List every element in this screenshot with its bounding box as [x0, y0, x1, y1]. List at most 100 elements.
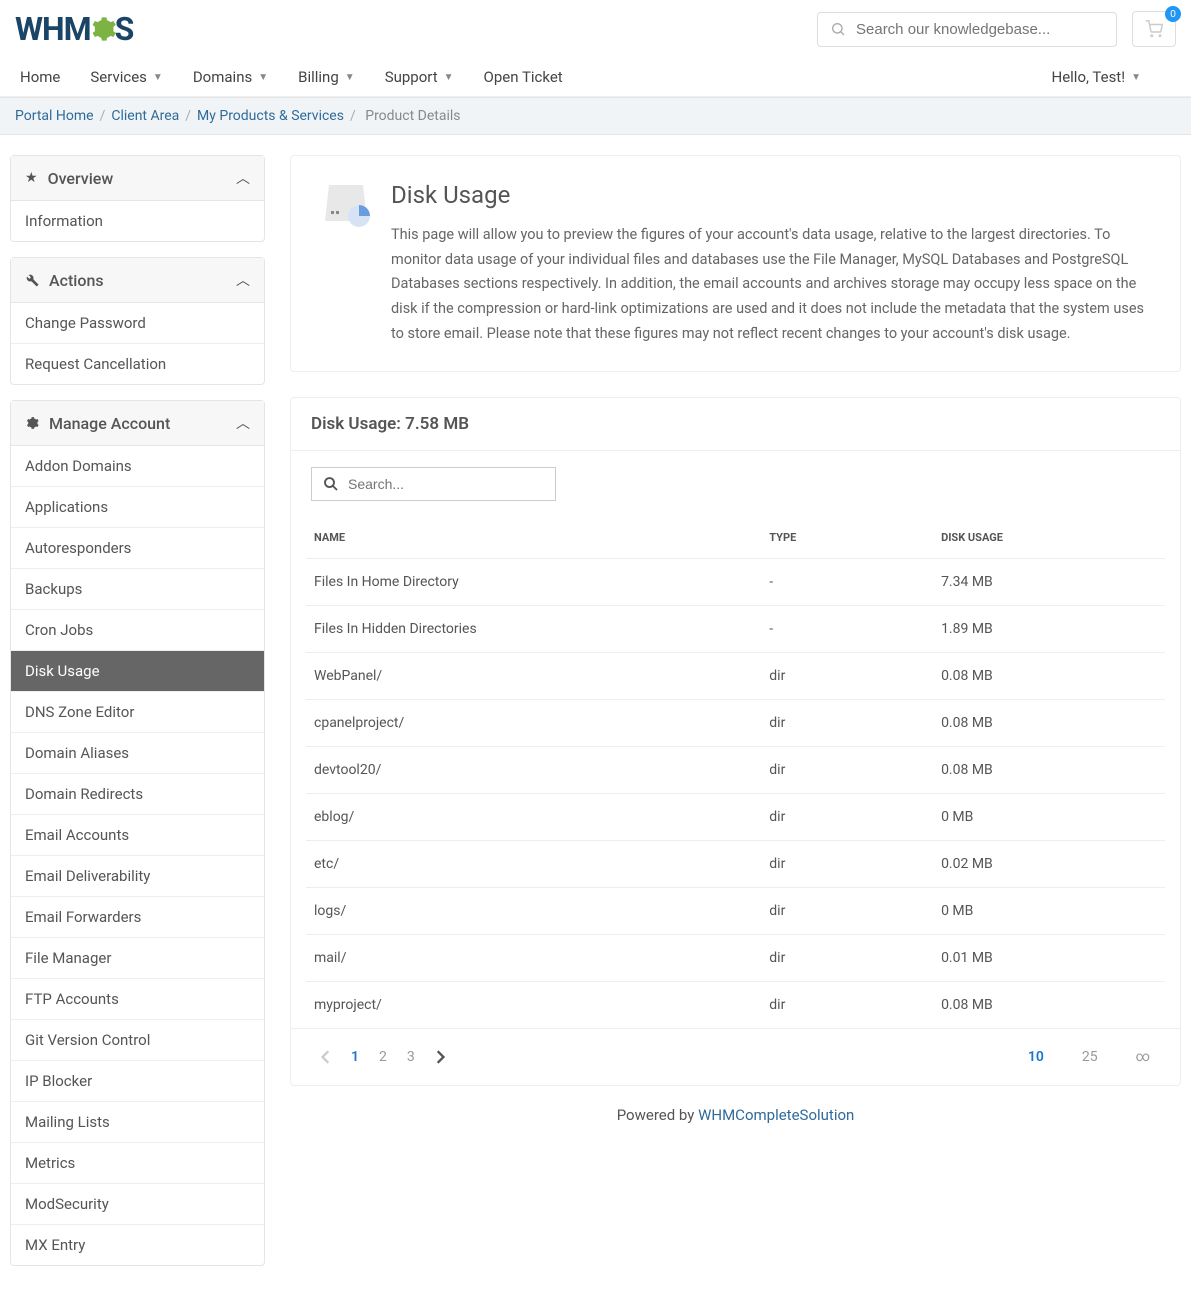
- actions-panel-header[interactable]: Actions ︿: [11, 258, 264, 303]
- chevron-down-icon: ▼: [153, 72, 163, 83]
- table-search-input[interactable]: [348, 476, 545, 492]
- page-size-∞[interactable]: ∞: [1126, 1045, 1160, 1069]
- nav-home[interactable]: Home: [20, 68, 60, 86]
- cell-usage: 0.08 MB: [933, 653, 1165, 700]
- column-header[interactable]: TYPE: [761, 517, 933, 559]
- sidebar-item-mailing-lists[interactable]: Mailing Lists: [11, 1101, 264, 1142]
- cell-name: mail/: [306, 935, 761, 982]
- sidebar-item-change-password[interactable]: Change Password: [11, 303, 264, 343]
- table-row: eblog/dir0 MB: [306, 794, 1165, 841]
- cell-usage: 0.08 MB: [933, 700, 1165, 747]
- knowledgebase-search-input[interactable]: [856, 21, 1104, 38]
- cell-name: Files In Home Directory: [306, 559, 761, 606]
- footer: Powered by WHMCompleteSolution: [290, 1086, 1181, 1144]
- sidebar-item-backups[interactable]: Backups: [11, 568, 264, 609]
- page-size-25[interactable]: 25: [1072, 1045, 1108, 1069]
- user-greeting[interactable]: Hello, Test! ▼: [1052, 68, 1142, 86]
- sidebar-item-addon-domains[interactable]: Addon Domains: [11, 446, 264, 486]
- wrench-icon: [25, 273, 39, 287]
- brand-logo[interactable]: WHM S: [15, 10, 133, 48]
- star-icon: ★: [25, 170, 38, 186]
- sidebar-item-applications[interactable]: Applications: [11, 486, 264, 527]
- disk-usage-intro-card: Disk Usage This page will allow you to p…: [290, 155, 1181, 372]
- cell-name: cpanelproject/: [306, 700, 761, 747]
- cell-name: WebPanel/: [306, 653, 761, 700]
- cart-badge: 0: [1165, 6, 1181, 22]
- breadcrumb-link[interactable]: Portal Home: [15, 108, 94, 124]
- nav-open-ticket[interactable]: Open Ticket: [484, 68, 563, 86]
- manage-account-panel-header[interactable]: Manage Account ︿: [11, 401, 264, 446]
- chevron-down-icon: ▼: [444, 72, 454, 83]
- table-row: cpanelproject/dir0.08 MB: [306, 700, 1165, 747]
- table-row: Files In Home Directory-7.34 MB: [306, 559, 1165, 606]
- brand-text-1: WHM: [15, 10, 91, 48]
- cell-type: dir: [761, 841, 933, 888]
- sidebar-item-disk-usage[interactable]: Disk Usage: [11, 650, 264, 691]
- chevron-up-icon: ︿: [236, 270, 250, 290]
- brand-text-2: S: [115, 10, 134, 48]
- knowledgebase-search[interactable]: [817, 12, 1117, 47]
- nav-domains[interactable]: Domains▼: [193, 68, 268, 86]
- nav-billing[interactable]: Billing▼: [298, 68, 355, 86]
- sidebar-item-metrics[interactable]: Metrics: [11, 1142, 264, 1183]
- cell-usage: 0.01 MB: [933, 935, 1165, 982]
- overview-panel-header[interactable]: ★ Overview ︿: [11, 156, 264, 201]
- disk-usage-icon: [321, 181, 371, 226]
- column-header[interactable]: DISK USAGE: [933, 517, 1165, 559]
- sidebar-item-modsecurity[interactable]: ModSecurity: [11, 1183, 264, 1224]
- page-description: This page will allow you to preview the …: [391, 223, 1150, 346]
- actions-panel: Actions ︿ Change PasswordRequest Cancell…: [10, 257, 265, 385]
- pagination: 123 10 25 ∞: [291, 1028, 1180, 1085]
- page-prev[interactable]: [311, 1046, 341, 1068]
- sidebar-item-cron-jobs[interactable]: Cron Jobs: [11, 609, 264, 650]
- cell-usage: 0 MB: [933, 888, 1165, 935]
- sidebar-item-email-deliverability[interactable]: Email Deliverability: [11, 855, 264, 896]
- column-header[interactable]: NAME: [306, 517, 761, 559]
- breadcrumb: Portal Home/Client Area/My Products & Se…: [0, 97, 1191, 135]
- footer-link[interactable]: WHMCompleteSolution: [698, 1106, 854, 1124]
- sidebar-item-mx-entry[interactable]: MX Entry: [11, 1224, 264, 1265]
- table-search[interactable]: [311, 467, 556, 501]
- cell-type: dir: [761, 747, 933, 794]
- sidebar-item-email-forwarders[interactable]: Email Forwarders: [11, 896, 264, 937]
- table-row: myproject/dir0.08 MB: [306, 982, 1165, 1029]
- table-row: WebPanel/dir0.08 MB: [306, 653, 1165, 700]
- cell-type: -: [761, 559, 933, 606]
- page-3[interactable]: 3: [397, 1045, 425, 1069]
- breadcrumb-link[interactable]: My Products & Services: [197, 108, 344, 124]
- cell-usage: 7.34 MB: [933, 559, 1165, 606]
- cell-usage: 0 MB: [933, 794, 1165, 841]
- cell-name: myproject/: [306, 982, 761, 1029]
- nav-services[interactable]: Services▼: [90, 68, 162, 86]
- sidebar-item-ftp-accounts[interactable]: FTP Accounts: [11, 978, 264, 1019]
- disk-usage-total: Disk Usage: 7.58 MB: [291, 398, 1180, 451]
- cell-type: dir: [761, 794, 933, 841]
- page-next[interactable]: [425, 1046, 455, 1068]
- sidebar-item-autoresponders[interactable]: Autoresponders: [11, 527, 264, 568]
- cell-type: dir: [761, 982, 933, 1029]
- cart-button[interactable]: 0: [1132, 11, 1176, 47]
- sidebar-item-file-manager[interactable]: File Manager: [11, 937, 264, 978]
- disk-usage-table-card: Disk Usage: 7.58 MB NAMETYPEDISK USAGE F…: [290, 397, 1181, 1086]
- sidebar-item-ip-blocker[interactable]: IP Blocker: [11, 1060, 264, 1101]
- nav-support[interactable]: Support▼: [385, 68, 454, 86]
- sidebar-item-request-cancellation[interactable]: Request Cancellation: [11, 343, 264, 384]
- cell-type: dir: [761, 653, 933, 700]
- sidebar-item-dns-zone-editor[interactable]: DNS Zone Editor: [11, 691, 264, 732]
- table-row: devtool20/dir0.08 MB: [306, 747, 1165, 794]
- search-icon: [322, 475, 340, 493]
- sidebar-item-email-accounts[interactable]: Email Accounts: [11, 814, 264, 855]
- page-1[interactable]: 1: [341, 1045, 369, 1069]
- page-size-10[interactable]: 10: [1018, 1045, 1054, 1069]
- overview-panel: ★ Overview ︿ Information: [10, 155, 265, 242]
- chevron-down-icon: ▼: [1131, 72, 1141, 83]
- cell-usage: 0.02 MB: [933, 841, 1165, 888]
- sidebar-item-information[interactable]: Information: [11, 201, 264, 241]
- sidebar-item-domain-aliases[interactable]: Domain Aliases: [11, 732, 264, 773]
- sidebar-item-git-version-control[interactable]: Git Version Control: [11, 1019, 264, 1060]
- sidebar-item-domain-redirects[interactable]: Domain Redirects: [11, 773, 264, 814]
- table-row: mail/dir0.01 MB: [306, 935, 1165, 982]
- search-icon: [830, 21, 846, 37]
- breadcrumb-link[interactable]: Client Area: [111, 108, 179, 124]
- page-2[interactable]: 2: [369, 1045, 397, 1069]
